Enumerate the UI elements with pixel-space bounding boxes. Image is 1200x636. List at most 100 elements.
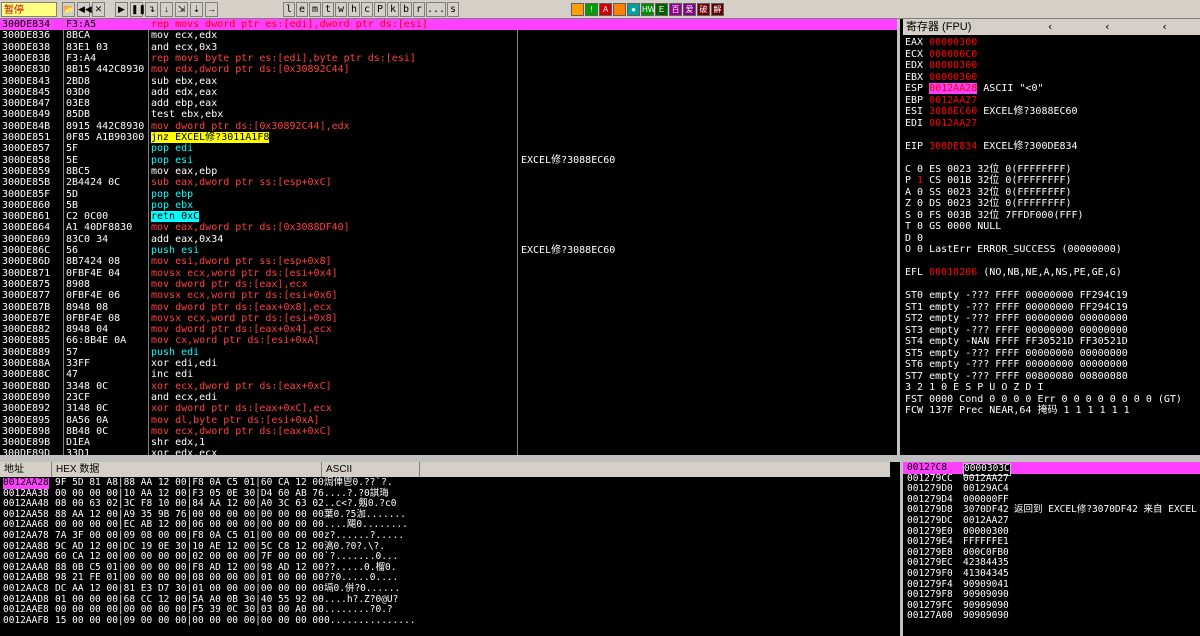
register-line[interactable]: ST3 empty -??? FFFF 00000000 00000000: [905, 325, 1128, 337]
register-value[interactable]: 0012AA27: [929, 95, 977, 106]
register-line[interactable]: ST4 empty -NAN FFFF FF30521D FF30521D: [905, 336, 1128, 348]
disasm-row[interactable]: 300DE864 A1 40DF8830 mov eax,dword ptr ds:…: [0, 222, 897, 233]
register-line[interactable]: ST7 empty -??? FFFF 00800080 00800080: [905, 371, 1128, 383]
disasm-row[interactable]: 300DE857 5F pop edi: [0, 143, 897, 154]
disasm-row[interactable]: 300DE83B F3:A4 rep movs byte ptr es:[edi],…: [0, 53, 897, 64]
disasm-row[interactable]: 300DE859 8BC5 mov eax,ebp: [0, 166, 897, 177]
toolbar-plugin-button[interactable]: !: [585, 3, 598, 16]
register-line[interactable]: P 1 CS 001B 32位 0(FFFFFFFF): [905, 175, 1072, 187]
disasm-row[interactable]: 300DE885 66:8B4E 0A mov cx,word ptr ds:[es…: [0, 335, 897, 346]
disasm-row[interactable]: 300DE83D 8B15 442C8930 mov edx,dword ptr d…: [0, 64, 897, 75]
disassembly-pane[interactable]: 300DE834 F3:A5 rep movs dword ptr es:[edi]…: [0, 19, 900, 455]
disasm-row[interactable]: 300DE85B 2B4424 0C sub eax,dword ptr ss:[e…: [0, 177, 897, 188]
disasm-row[interactable]: 300DE88D 3348 0C xor ecx,dword ptr ds:[eax…: [0, 381, 897, 392]
register-line[interactable]: EDI 0012AA27: [905, 118, 977, 130]
register-line[interactable]: FST 0000 Cond 0 0 0 0 Err 0 0 0 0 0 0 0 …: [905, 394, 1182, 406]
toolbar-letter-button[interactable]: m: [309, 2, 321, 17]
register-line[interactable]: S 0 FS 003B 32位 7FFDF000(FFF): [905, 210, 1084, 222]
toolbar-button[interactable]: ❚❚: [130, 2, 146, 17]
dump-header-ascii[interactable]: ASCII: [322, 462, 420, 477]
register-line[interactable]: ECX 000000C0: [905, 49, 977, 61]
disasm-row[interactable]: 300DE871 0FBF4E 04 movsx ecx,word ptr ds:[…: [0, 268, 897, 279]
disasm-row[interactable]: 300DE895 8A56 0A mov dl,byte ptr ds:[esi+0…: [0, 415, 897, 426]
disasm-row[interactable]: 300DE88C 47 inc edi: [0, 369, 897, 380]
toolbar-plugin-button[interactable]: [613, 3, 626, 16]
register-value[interactable]: 0012AA27: [929, 118, 977, 129]
toolbar-plugin-button[interactable]: 解: [711, 3, 724, 16]
register-line[interactable]: D 0: [905, 233, 923, 245]
disasm-row[interactable]: 300DE838 83E1 03 and ecx,0x3: [0, 42, 897, 53]
toolbar-letter-button[interactable]: s: [447, 2, 459, 17]
toolbar-button[interactable]: ↴: [145, 2, 158, 17]
toolbar-button[interactable]: ⇲: [175, 2, 188, 17]
disasm-row[interactable]: 300DE84B 8915 442C8930 mov dword ptr ds:[0…: [0, 121, 897, 132]
registers-pane[interactable]: 寄存器 (FPU) ‹ ‹ ‹ EAX 00000300 ECX 000000C0…: [903, 19, 1200, 455]
dump-header-hex[interactable]: HEX 数据: [52, 462, 322, 477]
disasm-row[interactable]: 300DE875 8908 mov dword ptr ds:[eax],ecx: [0, 279, 897, 290]
toolbar-plugin-button[interactable]: A: [599, 3, 612, 16]
toolbar-letter-button[interactable]: w: [335, 2, 347, 17]
disasm-row[interactable]: 300DE892 3148 0C xor dword ptr ds:[eax+0xC…: [0, 403, 897, 414]
toolbar-letter-button[interactable]: ...: [426, 2, 446, 17]
register-line[interactable]: EBX 00000300: [905, 72, 977, 84]
disasm-row[interactable]: 300DE882 8948 04 mov dword ptr ds:[eax+0x4…: [0, 324, 897, 335]
toolbar-letter-button[interactable]: P: [374, 2, 386, 17]
register-line[interactable]: EBP 0012AA27: [905, 95, 977, 107]
toolbar-letter-button[interactable]: k: [387, 2, 399, 17]
register-value[interactable]: 00010206: [929, 267, 977, 278]
toolbar-button[interactable]: ↓: [160, 2, 173, 17]
disasm-row[interactable]: 300DE836 8BCA mov ecx,edx: [0, 30, 897, 41]
toolbar-plugin-button[interactable]: E: [655, 3, 668, 16]
disasm-row[interactable]: 300DE89D 33D1 xor edx,ecx: [0, 448, 897, 455]
register-line[interactable]: O 0 LastErr ERROR_SUCCESS (00000000): [905, 244, 1122, 256]
toolbar-plugin-button[interactable]: 破: [697, 3, 710, 16]
disasm-row[interactable]: 300DE847 03E8 add ebp,eax: [0, 98, 897, 109]
register-line[interactable]: ST5 empty -??? FFFF 00000000 00000000: [905, 348, 1128, 360]
register-nav-arrows[interactable]: ‹ ‹ ‹: [1047, 19, 1190, 35]
register-line[interactable]: Z 0 DS 0023 32位 0(FFFFFFFF): [905, 198, 1072, 210]
toolbar-button[interactable]: 📂: [62, 2, 75, 17]
disasm-row[interactable]: 300DE843 2BD8 sub ebx,eax: [0, 76, 897, 87]
toolbar-plugin-button[interactable]: ●: [627, 3, 640, 16]
disasm-row[interactable]: 300DE86C 56 push esi EXCEL修?3088EC60: [0, 245, 897, 256]
toolbar-button[interactable]: →: [205, 2, 218, 17]
register-line[interactable]: ST2 empty -??? FFFF 00000000 00000000: [905, 313, 1128, 325]
disasm-row[interactable]: 300DE890 23CF and ecx,edi: [0, 392, 897, 403]
register-line[interactable]: 3 2 1 0 E S P U O Z D I: [905, 382, 1043, 394]
dump-row[interactable]: 0012AA78 7A 3F 00 00|09 08 00 00|F8 0A C5…: [0, 530, 890, 542]
disasm-row[interactable]: 300DE860 5B pop ebx: [0, 200, 897, 211]
disasm-row[interactable]: 300DE88A 33FF xor edi,edi: [0, 358, 897, 369]
register-line[interactable]: ST0 empty -??? FFFF 00000000 FF294C19: [905, 290, 1128, 302]
register-line[interactable]: FCW 137F Prec NEAR,64 掩码 1 1 1 1 1 1: [905, 405, 1130, 417]
disasm-row[interactable]: 300DE85F 5D pop ebp: [0, 189, 897, 200]
register-line[interactable]: ESP 0012AA28 ASCII "<0": [905, 83, 1044, 95]
disasm-row[interactable]: 300DE86D 8B7424 08 mov esi,dword ptr ss:[e…: [0, 256, 897, 267]
register-line[interactable]: C 0 ES 0023 32位 0(FFFFFFFF): [905, 164, 1072, 176]
toolbar-plugin-button[interactable]: [571, 3, 584, 16]
register-line[interactable]: EIP 300DE834 EXCEL修?300DE834: [905, 141, 1078, 153]
register-value[interactable]: 3088EC60: [929, 106, 977, 117]
register-value[interactable]: 300DE834: [929, 141, 977, 152]
toolbar-letter-button[interactable]: c: [361, 2, 373, 17]
toolbar-plugin-button[interactable]: 爱: [683, 3, 696, 16]
toolbar-button[interactable]: ✕: [92, 2, 105, 17]
disasm-row[interactable]: 300DE869 83C0 34 add eax,0x34: [0, 234, 897, 245]
disasm-row[interactable]: 300DE834 F3:A5 rep movs dword ptr es:[edi]…: [0, 19, 897, 31]
register-value[interactable]: 00000300: [929, 72, 977, 83]
register-line[interactable]: A 0 SS 0023 32位 0(FFFFFFFF): [905, 187, 1072, 199]
memory-dump-pane[interactable]: 地址 HEX 数据 ASCII 0012AA28 9F 5D 81 A8|88 A…: [0, 462, 890, 636]
register-value[interactable]: 0012AA28: [929, 83, 978, 94]
toolbar-button[interactable]: ⇣: [190, 2, 203, 17]
register-value[interactable]: 00000300: [929, 60, 977, 71]
disasm-row[interactable]: 300DE89B D1EA shr edx,1: [0, 437, 897, 448]
register-value[interactable]: 000000C0: [929, 49, 977, 60]
dump-row[interactable]: 0012AA28 9F 5D 81 A8|88 AA 12 00|F8 0A C5…: [0, 477, 890, 489]
disasm-row[interactable]: 300DE845 03D0 add edx,eax: [0, 87, 897, 98]
disasm-row[interactable]: 300DE877 0FBF4E 06 movsx ecx,word ptr ds:[…: [0, 290, 897, 301]
dump-row[interactable]: 0012AAF8 15 00 00 00|09 00 00 00|00 00 00…: [0, 615, 890, 627]
register-line[interactable]: EDX 00000300: [905, 60, 977, 72]
disasm-row[interactable]: 300DE898 8B48 0C mov ecx,dword ptr ds:[eax…: [0, 426, 897, 437]
register-line[interactable]: EAX 00000300: [905, 37, 977, 49]
dump-row[interactable]: 0012AAC8 DC AA 12 00|81 E3 D7 30|01 00 00…: [0, 583, 890, 595]
register-line[interactable]: EFL 00010206 (NO,NB,NE,A,NS,PE,GE,G): [905, 267, 1122, 279]
